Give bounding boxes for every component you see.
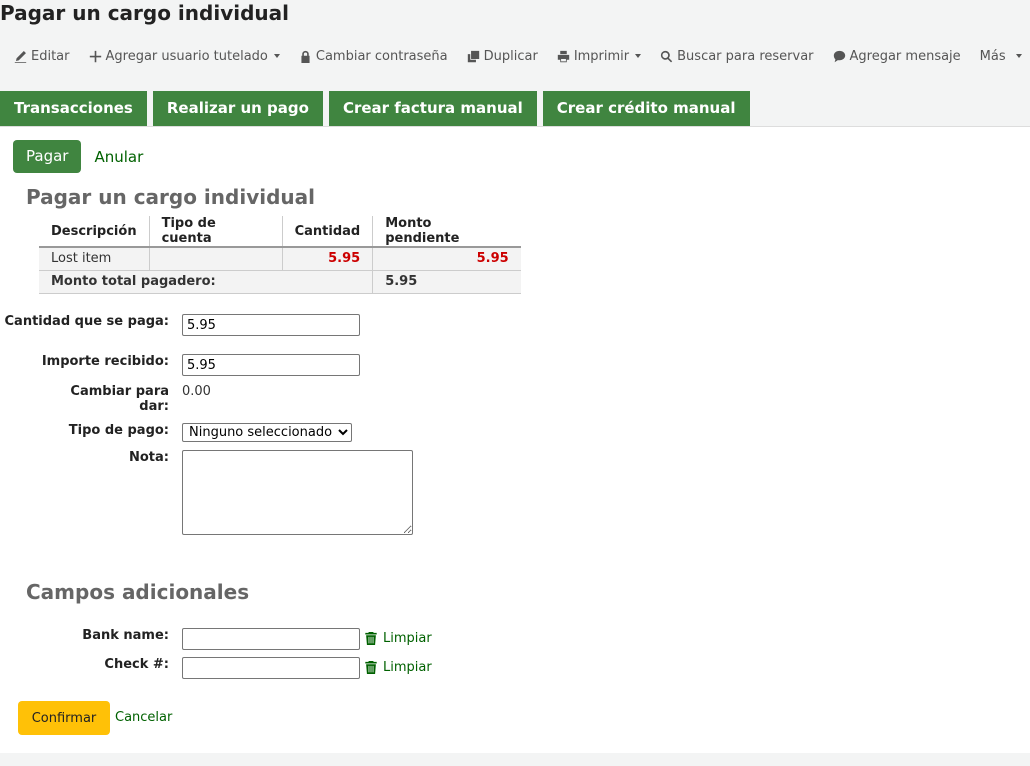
caret-down-icon — [1015, 54, 1022, 58]
plus-icon — [89, 50, 101, 62]
trash-icon — [365, 661, 377, 674]
bank-label: Bank name: — [82, 628, 169, 643]
add-guarantee-button[interactable]: Agregar usuario tutelado — [89, 49, 280, 64]
payment-type-select[interactable]: Ninguno seleccionado — [182, 423, 352, 442]
note-row: Nota: — [0, 450, 413, 535]
section-title: Pagar un cargo individual — [26, 185, 315, 209]
cancel-link[interactable]: Cancelar — [115, 710, 172, 725]
change-password-button[interactable]: Cambiar contraseña — [299, 49, 448, 64]
duplicate-button[interactable]: Duplicar — [467, 49, 538, 64]
tab-transactions[interactable]: Transacciones — [0, 91, 147, 126]
amount-paid-input[interactable] — [182, 314, 360, 336]
tendered-label: Importe recibido: — [41, 354, 169, 369]
col-outstanding: Monto pendiente — [372, 216, 521, 248]
caret-down-icon — [635, 54, 642, 58]
total-row: Monto total pagadero: 5.95 — [39, 270, 521, 294]
copy-icon — [467, 50, 479, 62]
col-amount: Cantidad — [282, 216, 374, 248]
note-label: Nota: — [129, 450, 169, 465]
trash-icon — [365, 632, 377, 645]
bank-name-input[interactable] — [182, 628, 360, 650]
add-message-button[interactable]: Agregar mensaje — [833, 49, 961, 64]
page-title: Pagar un cargo individual — [0, 1, 289, 25]
bank-row: Bank name: Limpiar — [0, 628, 432, 650]
payment-type-label: Tipo de pago: — [68, 423, 169, 438]
caret-down-icon — [273, 54, 280, 58]
fees-table: Descripción Tipo de cuenta Cantidad Mont… — [39, 216, 521, 294]
confirm-button[interactable]: Confirmar — [18, 701, 110, 735]
lock-icon — [301, 50, 310, 63]
printer-icon — [557, 50, 569, 62]
void-tab[interactable]: Anular — [94, 148, 143, 166]
search-to-hold-button[interactable]: Buscar para reservar — [660, 49, 814, 64]
main-panel: Pagar Anular Pagar un cargo individual D… — [0, 126, 1030, 753]
additional-fields-title: Campos adicionales — [26, 580, 250, 604]
check-number-input[interactable] — [182, 657, 360, 679]
more-menu-button[interactable]: Más — [980, 49, 1022, 64]
check-label: Check #: — [104, 657, 169, 672]
account-tabs: Transacciones Realizar un pago Crear fac… — [0, 91, 750, 126]
payment-type-row: Tipo de pago: Ninguno seleccionado — [0, 423, 352, 442]
cell-description: Lost item — [39, 247, 150, 271]
col-account-type: Tipo de cuenta — [149, 216, 283, 248]
amount-tendered-input[interactable] — [182, 354, 360, 376]
total-value: 5.95 — [372, 270, 521, 294]
edit-button[interactable]: Editar — [14, 49, 70, 64]
tendered-row: Importe recibido: — [0, 354, 360, 376]
pencil-icon — [14, 50, 27, 63]
note-textarea[interactable] — [182, 450, 413, 535]
cell-amount: 5.95 — [282, 247, 374, 271]
cell-account-type — [149, 247, 283, 271]
pay-tab[interactable]: Pagar — [13, 140, 82, 173]
patron-toolbar: Editar Agregar usuario tutelado Cambiar … — [14, 46, 1030, 66]
cell-outstanding: 5.95 — [372, 247, 521, 271]
search-icon — [661, 50, 673, 62]
paid-row: Cantidad que se paga: — [0, 314, 360, 336]
tab-manual-credit[interactable]: Crear crédito manual — [542, 91, 750, 126]
comment-icon — [833, 50, 845, 62]
check-row: Check #: Limpiar — [0, 657, 432, 679]
print-button[interactable]: Imprimir — [557, 49, 642, 64]
col-description: Descripción — [39, 216, 150, 248]
change-label: Cambiar para dar: — [70, 384, 169, 414]
table-row: Lost item 5.95 5.95 — [39, 247, 521, 271]
change-row: Cambiar para dar: 0.00 — [0, 384, 211, 414]
clear-check-button[interactable]: Limpiar — [365, 660, 432, 675]
total-label: Monto total pagadero: — [39, 270, 374, 294]
change-value: 0.00 — [182, 384, 211, 399]
clear-bank-button[interactable]: Limpiar — [365, 631, 432, 646]
paid-label: Cantidad que se paga: — [4, 314, 170, 329]
pay-subnav: Pagar Anular — [13, 140, 143, 173]
tab-manual-invoice[interactable]: Crear factura manual — [328, 91, 537, 126]
tab-make-payment[interactable]: Realizar un pago — [152, 91, 323, 126]
